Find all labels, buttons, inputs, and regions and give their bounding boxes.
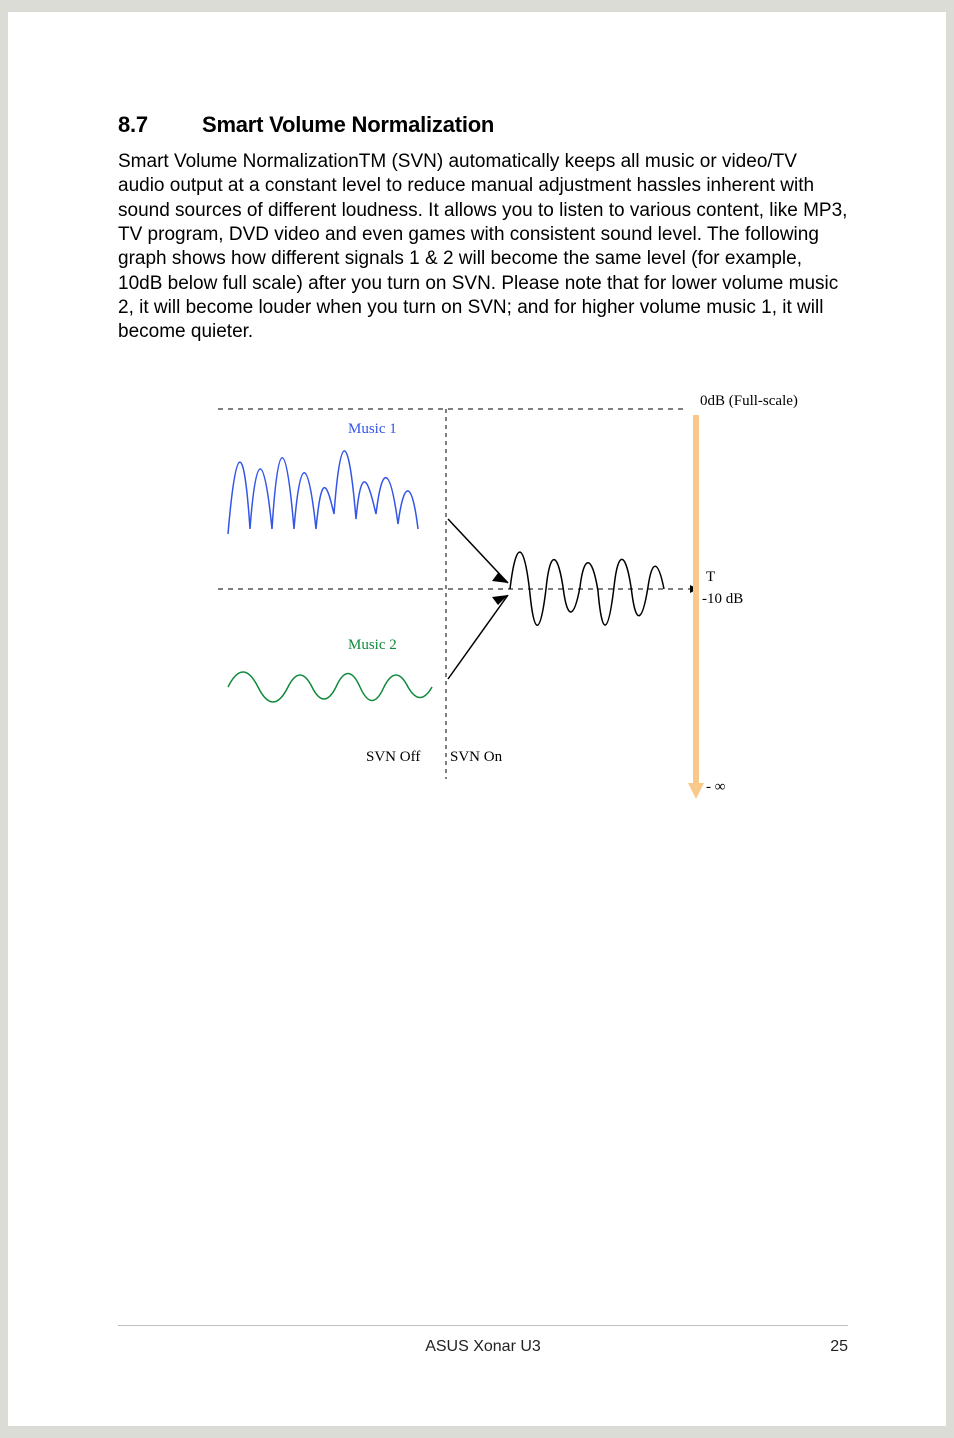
page-footer: ASUS Xonar U3 25 — [118, 1325, 848, 1356]
zero-db-label: 0dB (Full-scale) — [700, 393, 798, 410]
page-number: 25 — [830, 1338, 848, 1356]
arrow-music2-to-target — [448, 595, 508, 679]
svn-diagram: Music 1 Music 2 SVN Off SVN On 0dB (Full… — [178, 379, 818, 809]
svn-on-label: SVN On — [450, 749, 502, 766]
arrow-music1-to-target — [448, 519, 508, 583]
section-title: Smart Volume Normalization — [202, 112, 494, 137]
target-db-label: -10 dB — [702, 591, 743, 608]
music2-label: Music 2 — [348, 637, 397, 654]
infinity-label: - ∞ — [706, 779, 725, 796]
svn-off-label: SVN Off — [366, 749, 420, 766]
music2-wave — [228, 672, 432, 702]
section-heading: 8.7Smart Volume Normalization — [118, 112, 848, 138]
t-axis-label: T — [706, 569, 715, 586]
music1-wave — [228, 450, 418, 533]
music1-label: Music 1 — [348, 421, 397, 438]
level-scale-arrowhead — [688, 783, 704, 799]
section-number: 8.7 — [118, 112, 202, 138]
section-paragraph: Smart Volume NormalizationTM (SVN) autom… — [118, 150, 848, 345]
arrowhead-2 — [492, 595, 508, 605]
page: 8.7Smart Volume Normalization Smart Volu… — [8, 12, 946, 1426]
footer-product: ASUS Xonar U3 — [425, 1338, 541, 1356]
